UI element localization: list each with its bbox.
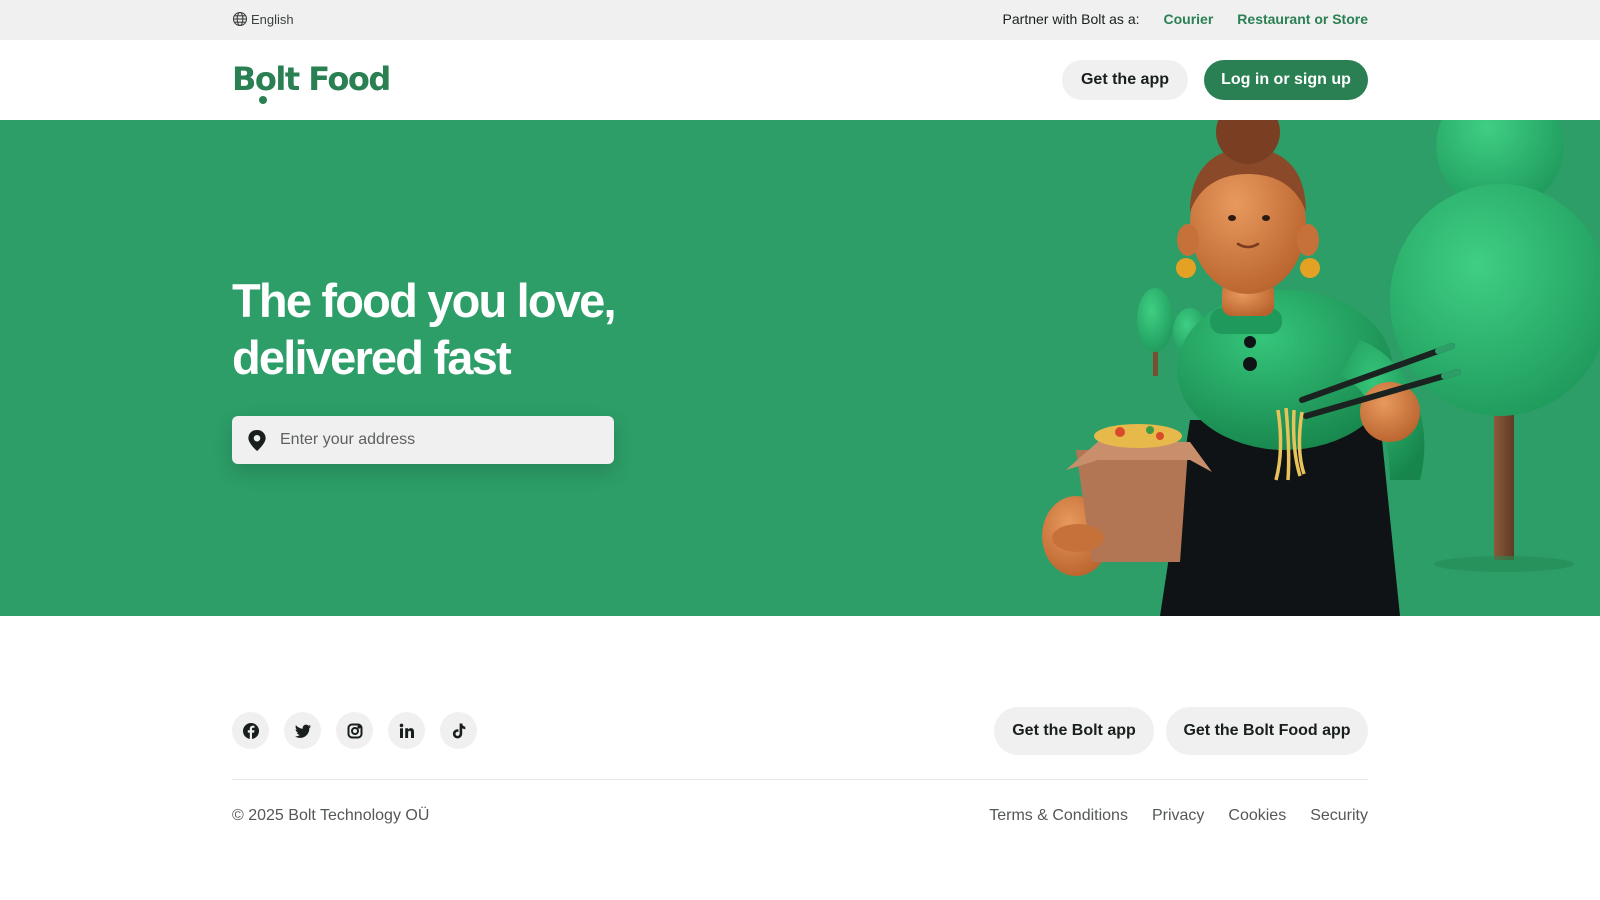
- get-bolt-food-app-button[interactable]: Get the Bolt Food app: [1166, 707, 1368, 755]
- hero-title-line-2: delivered fast: [232, 331, 512, 384]
- privacy-link[interactable]: Privacy: [1152, 807, 1204, 825]
- legal-links: Terms & Conditions Privacy Cookies Secur…: [989, 807, 1368, 825]
- facebook-icon: [242, 722, 259, 740]
- partner-links: Partner with Bolt as a: Courier Restaura…: [1003, 11, 1368, 27]
- bolt-food-logo[interactable]: Bolt Food: [232, 60, 391, 104]
- twitter-link[interactable]: [284, 712, 321, 749]
- language-selector[interactable]: English: [232, 11, 294, 27]
- hero-section: The food you love, delivered fast: [0, 120, 1600, 616]
- partner-restaurant-link[interactable]: Restaurant or Store: [1237, 11, 1368, 27]
- instagram-link[interactable]: [336, 712, 373, 749]
- linkedin-icon: [399, 723, 414, 738]
- top-utility-bar: English Partner with Bolt as a: Courier …: [0, 0, 1600, 40]
- woman-with-noodles-illustration: [1042, 120, 1600, 616]
- login-signup-button[interactable]: Log in or sign up: [1204, 60, 1368, 100]
- location-pin-icon: [248, 429, 266, 452]
- get-bolt-app-button[interactable]: Get the Bolt app: [994, 707, 1154, 755]
- terms-link[interactable]: Terms & Conditions: [989, 807, 1128, 825]
- partner-label: Partner with Bolt as a:: [1002, 11, 1140, 27]
- partner-courier-link[interactable]: Courier: [1164, 11, 1214, 27]
- footer-divider: [232, 779, 1368, 780]
- address-input[interactable]: [280, 416, 600, 464]
- cookies-link[interactable]: Cookies: [1228, 807, 1286, 825]
- get-the-app-button[interactable]: Get the app: [1062, 60, 1188, 100]
- facebook-link[interactable]: [232, 712, 269, 749]
- globe-icon: [232, 11, 248, 27]
- language-label: English: [251, 11, 294, 27]
- logo-text: Bolt Food: [232, 60, 391, 98]
- tiktok-link[interactable]: [440, 712, 477, 749]
- logo-dot: [259, 96, 267, 104]
- linkedin-link[interactable]: [388, 712, 425, 749]
- social-links: [232, 712, 477, 749]
- instagram-icon: [347, 723, 362, 738]
- address-search-box[interactable]: [232, 416, 614, 464]
- copyright-text: © 2025 Bolt Technology OÜ: [232, 807, 430, 824]
- security-link[interactable]: Security: [1310, 807, 1368, 825]
- tiktok-icon: [452, 723, 465, 738]
- hero-title-line-1: The food you love,: [232, 274, 617, 327]
- twitter-icon: [294, 724, 311, 738]
- site-header: Bolt Food Get the app Log in or sign up: [0, 40, 1600, 120]
- hero-title: The food you love, delivered fast: [232, 272, 692, 386]
